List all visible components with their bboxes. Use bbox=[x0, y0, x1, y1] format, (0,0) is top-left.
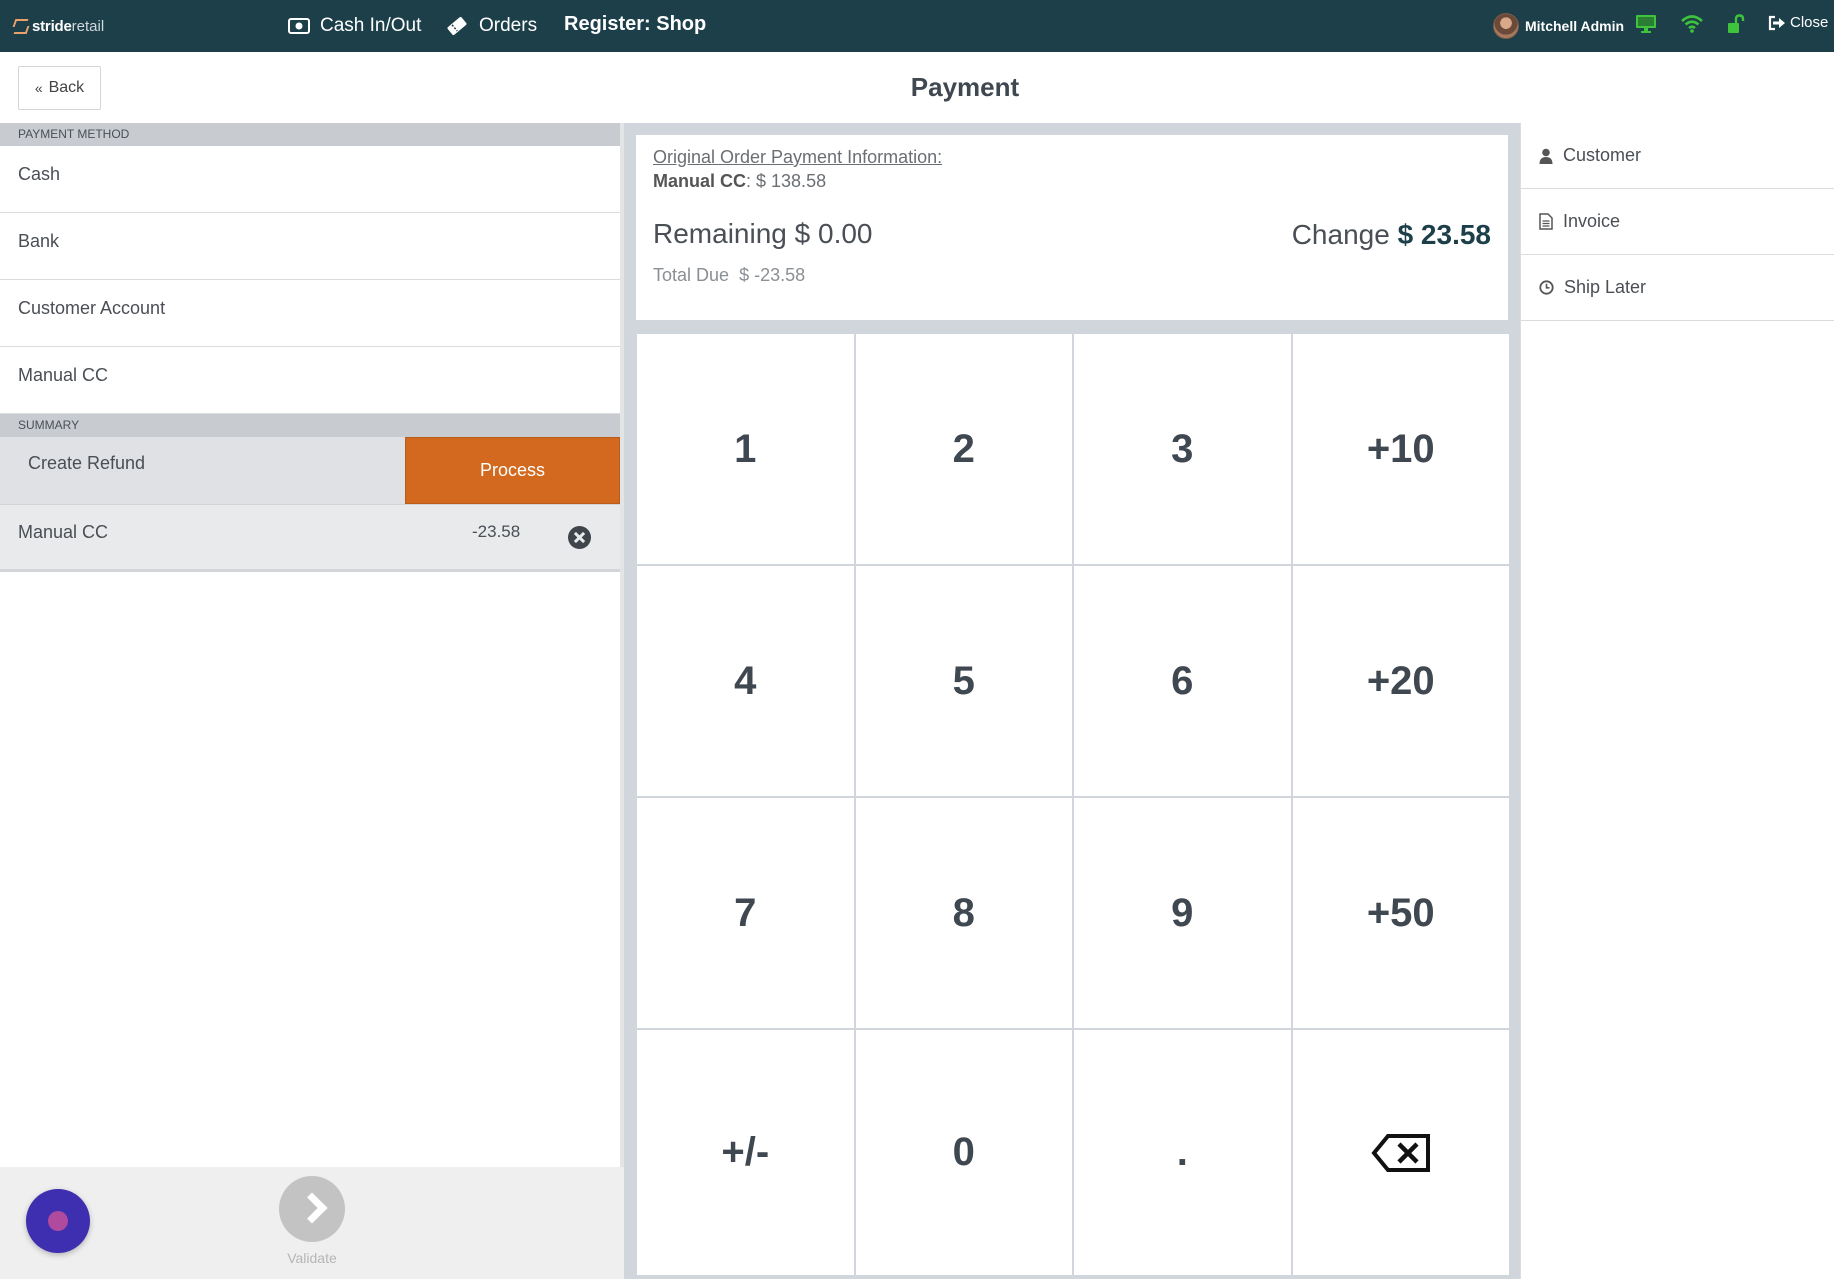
backspace-icon bbox=[1371, 1133, 1430, 1172]
payment-line-amount: -23.58 bbox=[472, 522, 521, 541]
user-menu[interactable]: Mitchell Admin bbox=[1493, 13, 1624, 39]
money-icon bbox=[288, 18, 310, 34]
clock-icon bbox=[1539, 280, 1554, 295]
remaining-amount: Remaining $ 0.00 bbox=[653, 218, 873, 250]
validate-label: Validate bbox=[287, 1250, 337, 1266]
ticket-icon bbox=[447, 16, 467, 36]
unlock-icon[interactable] bbox=[1726, 14, 1746, 34]
change-label: Change bbox=[1291, 219, 1390, 250]
payment-method-customer-account[interactable]: Customer Account bbox=[0, 280, 620, 347]
logo-text-bold: stride bbox=[32, 17, 72, 35]
create-refund-label: Create Refund bbox=[28, 453, 146, 473]
payment-line[interactable]: Manual CC -23.58 bbox=[0, 504, 620, 572]
left-footer: Validate bbox=[0, 1167, 624, 1279]
subheader: « Back Payment bbox=[0, 52, 1834, 123]
numpad-key-3[interactable]: 3 bbox=[1074, 334, 1291, 564]
numpad: 1 2 3 +10 4 5 6 +20 7 8 9 +50 +/- 0 . bbox=[637, 334, 1509, 1275]
remove-payment-icon[interactable] bbox=[568, 526, 591, 549]
numpad-key-4[interactable]: 4 bbox=[637, 566, 854, 796]
ship-later-label: Ship Later bbox=[1564, 277, 1647, 297]
summary-section-label: SUMMARY bbox=[0, 414, 620, 437]
file-text-icon bbox=[1539, 213, 1553, 230]
numpad-key-1[interactable]: 1 bbox=[637, 334, 854, 564]
change-value: $ 23.58 bbox=[1397, 219, 1491, 250]
orders-button[interactable]: Orders bbox=[445, 13, 537, 39]
payment-line-method: Manual CC bbox=[18, 522, 109, 542]
chat-launcher-icon[interactable] bbox=[26, 1189, 90, 1253]
numpad-key-9[interactable]: 9 bbox=[1074, 798, 1291, 1028]
original-order-line: Manual CC: $ 138.58 bbox=[653, 171, 826, 192]
stride-retail-logo: stride retail bbox=[12, 15, 104, 37]
close-label: Close bbox=[1790, 14, 1829, 31]
close-button[interactable]: Close bbox=[1768, 14, 1828, 31]
sign-out-icon bbox=[1768, 15, 1785, 30]
remaining-label: Remaining bbox=[653, 218, 787, 249]
avatar bbox=[1493, 13, 1519, 39]
payment-method-cash[interactable]: Cash bbox=[0, 146, 620, 213]
cash-in-out-button[interactable]: Cash In/Out bbox=[288, 13, 421, 39]
logo-icon bbox=[12, 17, 28, 35]
register-title: Register: Shop bbox=[564, 13, 707, 35]
numpad-key-7[interactable]: 7 bbox=[637, 798, 854, 1028]
wifi-icon[interactable] bbox=[1680, 14, 1704, 34]
user-name: Mitchell Admin bbox=[1525, 18, 1625, 34]
customer-button[interactable]: Customer bbox=[1521, 123, 1834, 189]
original-order-title: Original Order Payment Information: bbox=[653, 147, 943, 167]
total-due: Total Due $ -23.58 bbox=[653, 265, 805, 286]
summary-header: Create Refund Process bbox=[0, 437, 620, 504]
cash-in-out-label: Cash In/Out bbox=[320, 15, 422, 36]
customer-label: Customer bbox=[1563, 145, 1642, 165]
original-order-amount: : $ 138.58 bbox=[746, 171, 827, 191]
original-order-method: Manual CC bbox=[653, 171, 747, 191]
numpad-key-0[interactable]: 0 bbox=[855, 1030, 1072, 1275]
payment-method-section-label: PAYMENT METHOD bbox=[0, 123, 620, 146]
remaining-value: $ 0.00 bbox=[794, 218, 873, 249]
process-button[interactable]: Process bbox=[405, 437, 620, 504]
validate-button[interactable]: Validate bbox=[279, 1176, 345, 1266]
total-due-label: Total Due bbox=[653, 265, 730, 285]
monitor-icon[interactable] bbox=[1635, 14, 1657, 34]
numpad-key-2[interactable]: 2 bbox=[855, 334, 1072, 564]
total-due-value: $ -23.58 bbox=[739, 265, 806, 285]
payment-center-panel: Original Order Payment Information: Manu… bbox=[624, 123, 1520, 1279]
numpad-key-backspace[interactable] bbox=[1292, 1030, 1509, 1275]
page-title: Payment bbox=[910, 72, 1020, 102]
numpad-key-sign-toggle[interactable]: +/- bbox=[637, 1030, 854, 1275]
numpad-key-6[interactable]: 6 bbox=[1074, 566, 1291, 796]
numpad-key-plus-10[interactable]: +10 bbox=[1292, 334, 1509, 564]
numpad-key-5[interactable]: 5 bbox=[855, 566, 1072, 796]
payment-info-card: Original Order Payment Information: Manu… bbox=[636, 135, 1508, 320]
orders-label: Orders bbox=[479, 15, 538, 36]
numpad-key-decimal[interactable]: . bbox=[1074, 1030, 1291, 1275]
numpad-key-plus-50[interactable]: +50 bbox=[1292, 798, 1509, 1028]
invoice-label: Invoice bbox=[1563, 211, 1621, 231]
numpad-key-plus-20[interactable]: +20 bbox=[1292, 566, 1509, 796]
invoice-button[interactable]: Invoice bbox=[1521, 189, 1834, 255]
numpad-key-8[interactable]: 8 bbox=[855, 798, 1072, 1028]
top-bar: stride retail Cash In/Out Orders Register… bbox=[0, 0, 1834, 52]
user-icon bbox=[1539, 148, 1553, 164]
chevron-right-icon bbox=[279, 1176, 345, 1242]
payment-method-manual-cc[interactable]: Manual CC bbox=[0, 347, 620, 414]
ship-later-button[interactable]: Ship Later bbox=[1521, 255, 1834, 321]
payment-options-panel: Customer Invoice Ship Later bbox=[1520, 123, 1834, 1279]
logo-text-light: retail bbox=[71, 17, 105, 35]
payment-method-bank[interactable]: Bank bbox=[0, 213, 620, 280]
change-amount: Change $ 23.58 bbox=[1292, 219, 1491, 251]
payment-methods-panel: PAYMENT METHOD Cash Bank Customer Accoun… bbox=[0, 123, 624, 1279]
